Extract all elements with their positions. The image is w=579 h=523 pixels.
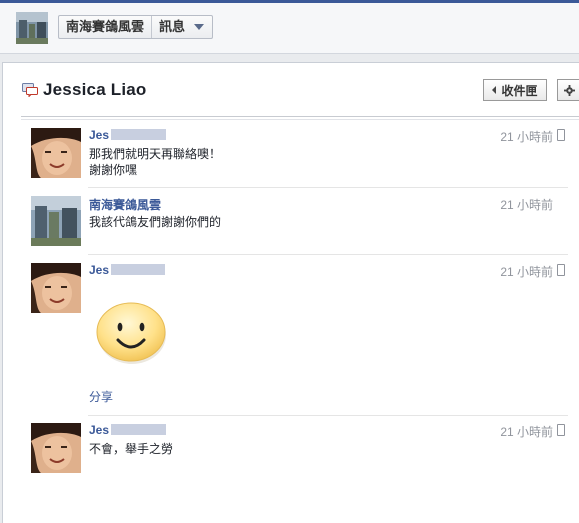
message-item: Jes 21 小時前 那我們就明天再聯絡噢！ 謝謝你嘿 bbox=[31, 128, 571, 183]
back-to-inbox-button[interactable]: 收件匣 bbox=[483, 79, 547, 101]
sender-name-link[interactable]: Jes bbox=[89, 128, 109, 142]
page-header: 南海賽鴿風雲 訊息 bbox=[0, 3, 579, 54]
mobile-icon bbox=[557, 424, 565, 436]
message-item: Jes 21 小時前 分享 bbox=[31, 263, 571, 405]
group-name-link[interactable]: 南海賽鴿風雲 bbox=[59, 16, 151, 38]
share-link[interactable]: 分享 bbox=[89, 388, 113, 405]
sender-name-link[interactable]: Jes bbox=[89, 423, 109, 437]
message-separator bbox=[88, 254, 568, 255]
message-item: 南海賽鴿風雲 21 小時前 我該代鴿友們謝謝你們的 bbox=[31, 196, 571, 251]
thread-divider-shadow bbox=[21, 119, 579, 120]
message-text: 那我們就明天再聯絡噢！ 謝謝你嘿 bbox=[89, 146, 221, 178]
message-separator bbox=[88, 187, 568, 188]
message-timestamp: 21 小時前 bbox=[500, 198, 553, 212]
message-line: 不會，舉手之勞 bbox=[89, 442, 174, 456]
message-separator bbox=[88, 415, 568, 416]
chevron-left-icon bbox=[492, 86, 497, 94]
smiley-sticker bbox=[96, 302, 166, 364]
message-timestamp: 21 小時前 bbox=[500, 425, 553, 439]
inbox-button-label: 收件匣 bbox=[501, 83, 538, 98]
page-breadcrumb: 南海賽鴿風雲 訊息 bbox=[58, 15, 214, 39]
conversation-icon bbox=[22, 83, 38, 97]
message-text: 我該代鴿友們謝謝你們的 bbox=[89, 214, 221, 230]
mobile-icon bbox=[557, 129, 565, 141]
redacted-name bbox=[111, 424, 166, 435]
redacted-name bbox=[111, 264, 165, 275]
sender-avatar[interactable] bbox=[31, 423, 81, 473]
message-line: 謝謝你嘿 bbox=[89, 163, 138, 177]
sender-avatar[interactable] bbox=[31, 128, 81, 178]
message-line: 我該代鴿友們謝謝你們的 bbox=[89, 215, 222, 229]
message-item: Jes 21 小時前 不會，舉手之勞 bbox=[31, 423, 571, 478]
thread-divider bbox=[21, 116, 579, 117]
message-thread-panel: Jessica Liao 收件匣 Jes 21 小時前 那我們就明天再聯絡噢！ … bbox=[2, 62, 579, 523]
message-line: 那我們就明天再聯絡噢！ bbox=[89, 147, 222, 161]
message-timestamp: 21 小時前 bbox=[500, 265, 553, 279]
sender-name-link[interactable]: Jes bbox=[89, 263, 109, 277]
group-avatar[interactable] bbox=[16, 12, 48, 44]
section-dropdown[interactable]: 訊息 bbox=[152, 16, 192, 38]
message-timestamp: 21 小時前 bbox=[500, 130, 553, 144]
actions-gear-button[interactable] bbox=[557, 79, 579, 101]
mobile-icon bbox=[557, 264, 565, 276]
thread-title: Jessica Liao bbox=[43, 80, 147, 99]
gear-icon bbox=[564, 84, 575, 96]
sender-avatar[interactable] bbox=[31, 263, 81, 313]
chevron-down-icon[interactable] bbox=[194, 24, 205, 30]
message-text: 不會，舉手之勞 bbox=[89, 441, 173, 457]
sender-avatar[interactable] bbox=[31, 196, 81, 246]
sender-name-link[interactable]: 南海賽鴿風雲 bbox=[89, 196, 161, 213]
redacted-name bbox=[111, 129, 166, 140]
